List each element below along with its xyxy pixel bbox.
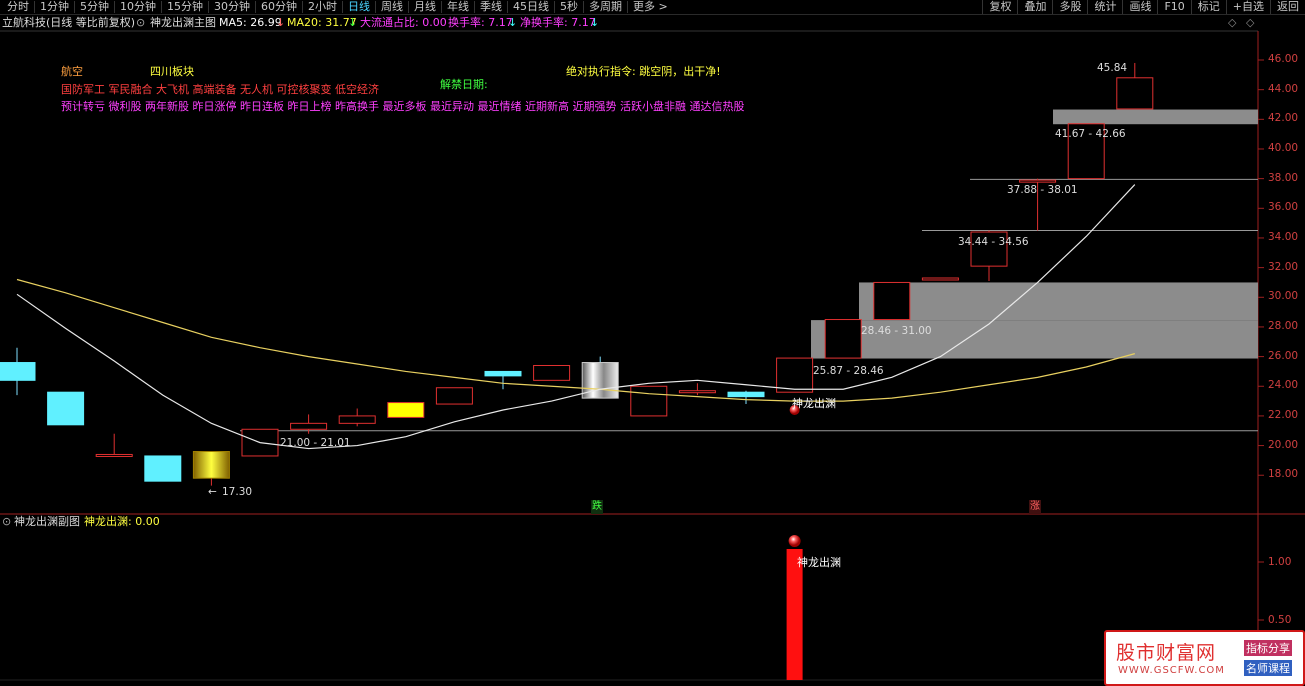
sub-axis-tick: 1.00 [1268,556,1292,568]
high-price-label: 45.84 [1097,62,1128,74]
candle [435,387,473,405]
chevron-down-icon[interactable]: ⊙ [2,514,11,529]
candle [144,455,182,482]
price-axis-tick: 18.00 [1268,468,1299,481]
candle [776,357,814,393]
candle [192,451,230,479]
price-axis-tick: 40.00 [1268,141,1299,154]
candle [95,453,133,457]
candle [338,415,376,424]
price-axis-tick: 20.00 [1268,438,1299,451]
candle [533,364,571,381]
candle [824,319,862,359]
zhang-marker: 涨 [1029,500,1041,514]
price-axis-tick: 44.00 [1268,82,1299,95]
candle [1019,179,1057,183]
price-axis-tick: 30.00 [1268,290,1299,303]
low-price-arrow: ← [208,486,217,498]
candle [0,362,36,381]
candle [921,277,959,281]
watermark-logo: 股市财富网 WWW.GSCFW.COM 指标分享 名师课程 [1104,630,1305,686]
price-axis-tick: 24.00 [1268,379,1299,392]
zone-label: 21.00 - 21.01 [280,437,351,449]
price-zone [859,282,1258,321]
candle [630,385,668,417]
price-axis-tick: 22.00 [1268,408,1299,421]
watermark-tag: 指标分享 [1244,640,1292,656]
kline-chart[interactable] [0,0,1305,686]
price-axis-tick: 38.00 [1268,171,1299,184]
signal-label: 神龙出渊 [792,397,836,410]
price-axis-tick: 36.00 [1268,201,1299,214]
die-marker: 跌 [591,500,603,514]
watermark-url: WWW.GSCFW.COM [1118,665,1225,676]
sub-signal-label: 神龙出渊 [797,556,841,569]
low-price-label: 17.30 [222,486,253,498]
candle [47,391,85,426]
price-zone [1053,109,1258,125]
price-axis-tick: 46.00 [1268,53,1299,65]
zone-label: 41.67 - 42.66 [1055,128,1126,140]
zone-label: 34.44 - 34.56 [958,236,1029,248]
candle [727,391,765,398]
sub-indicator-value: 神龙出渊: 0.00 [84,515,160,528]
price-axis-tick: 42.00 [1268,112,1299,125]
zone-label: 28.46 - 31.00 [861,325,932,337]
watermark-name: 股市财富网 [1116,642,1217,664]
price-axis-tick: 28.00 [1268,319,1299,332]
candle [387,402,425,418]
price-axis-tick: 34.00 [1268,230,1299,243]
candle [484,370,522,377]
sub-axis-tick: 0.50 [1268,614,1292,626]
zone-label: 25.87 - 28.46 [813,365,884,377]
watermark-tag: 名师课程 [1244,660,1292,676]
zone-label: 37.88 - 38.01 [1007,184,1078,196]
candle [873,281,911,321]
candle [678,390,716,394]
signal-ball [788,535,801,547]
price-axis-tick: 32.00 [1268,260,1299,273]
candle [1116,77,1154,110]
sub-indicator-name[interactable]: 神龙出渊副图 [14,514,80,529]
price-axis-tick: 26.00 [1268,349,1299,362]
candle [290,422,328,430]
